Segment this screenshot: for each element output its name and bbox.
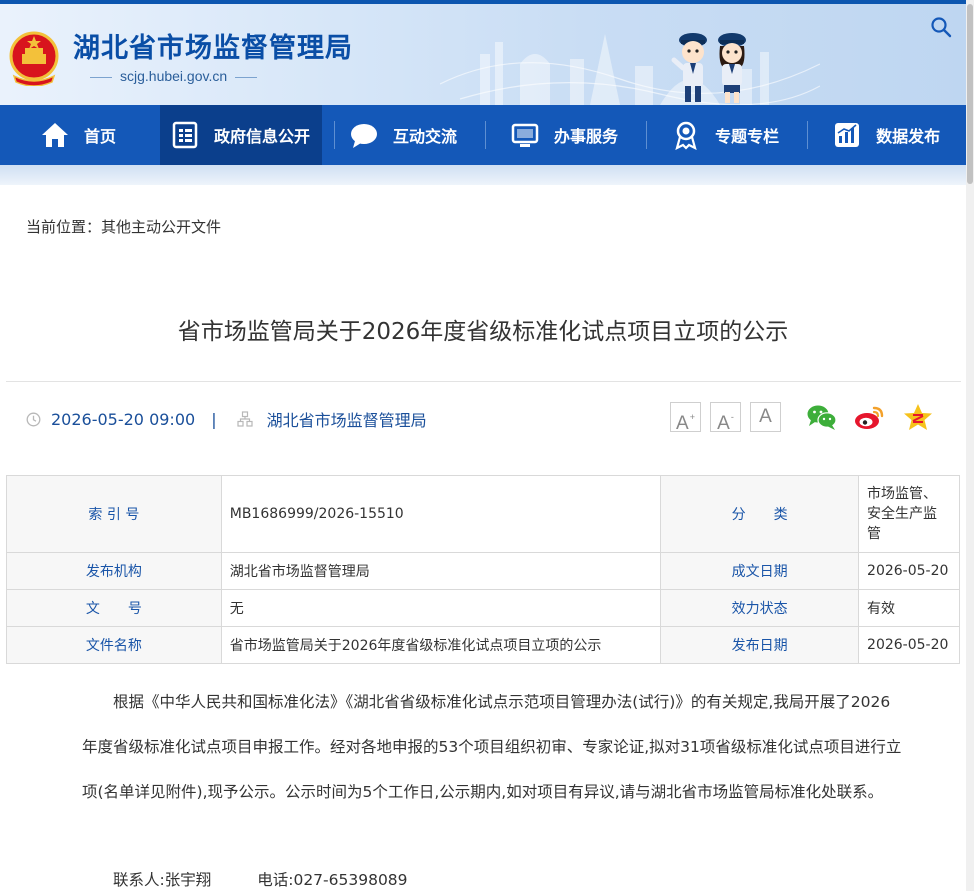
monitor-icon [511,123,539,147]
search-icon[interactable] [930,16,952,38]
nav-separator [807,121,809,149]
clock-icon [26,412,41,426]
main-nav: 首页 政府信息公开 互动交流 办事服务 专题专栏 数据发布 [0,105,974,165]
site-domain: scjg.hubei.gov.cn [89,68,258,84]
font-larger-button[interactable]: A+ [670,402,701,434]
publish-datetime: 2026-05-20 09:00 [51,409,196,429]
breadcrumb-prefix: 当前位置： [26,218,102,236]
article-title: 省市场监管局关于2026年度省级标准化试点项目立项的公示 [177,319,789,345]
nav-separator [334,121,336,149]
font-default-label: A [759,406,772,427]
publish-date-label: 发布日期 [660,626,860,664]
nav-label: 首页 [84,127,117,146]
nav-item-gov-info[interactable]: 政府信息公开 [160,105,323,165]
nav-separator [646,121,648,149]
document-list-icon [172,121,198,149]
nav-label: 办事服务 [554,127,619,146]
index-number-value: MB1686999/2026-15510 [220,475,662,553]
font-smaller-button[interactable]: A- [710,402,741,434]
nav-label: 互动交流 [393,127,458,146]
index-number-label: 索 引 号 [6,475,222,553]
wechat-icon[interactable] [806,402,838,432]
nav-item-services[interactable]: 办事服务 [510,105,618,165]
nav-label: 政府信息公开 [214,127,311,146]
organization-icon [236,411,253,427]
table-row: 文 号 无 效力状态 有效 [6,589,960,627]
header-shadow-band [0,165,974,185]
contact-line: 联系人:张宇翔 电话:027-65398089 [113,868,408,890]
publish-date-value: 2026-05-20 [858,626,960,664]
font-smaller-sup: - [730,412,734,422]
nav-label: 数据发布 [876,127,941,146]
favorite-star-icon[interactable] [902,402,934,432]
chat-bubble-icon [351,124,378,148]
nav-item-data[interactable]: 数据发布 [832,105,940,165]
validity-label: 效力状态 [660,589,860,627]
vertical-scrollbar[interactable] [966,0,974,891]
article-body: 根据《中华人民共和国标准化法》《湖北省省级标准化试点示范项目管理办法(试行)》的… [82,680,902,815]
meta-separator: | [211,409,217,429]
award-icon [675,121,697,150]
font-default-button[interactable]: A [750,402,781,432]
nav-item-interaction[interactable]: 互动交流 [349,105,457,165]
site-header: 湖北省市场监督管理局 scjg.hubei.gov.cn [0,4,974,105]
validity-value: 有效 [858,589,960,627]
publisher-org: 湖北省市场监督管理局 [266,411,427,430]
nav-item-home[interactable]: 首页 [40,105,116,165]
bar-chart-icon [835,123,860,147]
mascot-illustration [671,33,746,103]
font-larger-label: A [676,413,689,434]
contact-phone: 电话:027-65398089 [257,871,408,889]
document-name-label: 文件名称 [6,626,222,664]
breadcrumb-current[interactable]: 其他主动公开文件 [101,218,221,236]
title-divider [6,381,961,382]
table-row: 索 引 号 MB1686999/2026-15510 分 类 市场监管、安全生产… [6,475,960,553]
nav-separator [485,121,487,149]
document-number-label: 文 号 [6,589,222,627]
written-date-label: 成文日期 [660,552,860,590]
home-icon [42,123,68,147]
contact-name: 联系人:张宇翔 [113,871,212,889]
written-date-value: 2026-05-20 [858,552,960,590]
table-row: 文件名称 省市场监管局关于2026年度省级标准化试点项目立项的公示 发布日期 2… [6,626,960,664]
city-skyline-decoration [440,34,820,105]
weibo-icon[interactable] [853,402,885,432]
article-meta: 2026-05-20 09:00 | 湖北省市场监督管理局 [26,408,427,430]
body-paragraph: 根据《中华人民共和国标准化法》《湖北省省级标准化试点示范项目管理办法(试行)》的… [82,693,902,801]
nav-label: 专题专栏 [715,127,780,146]
issuer-label: 发布机构 [6,552,222,590]
category-label: 分 类 [660,475,860,553]
document-number-value: 无 [220,589,662,627]
nav-item-topics[interactable]: 专题专栏 [671,105,779,165]
issuer-value: 湖北省市场监督管理局 [220,552,662,590]
table-row: 发布机构 湖北省市场监督管理局 成文日期 2026-05-20 [6,552,960,590]
font-smaller-label: A [717,413,730,434]
font-larger-sup: + [689,412,695,422]
site-title[interactable]: 湖北省市场监督管理局 [73,26,353,65]
scrollbar-thumb[interactable] [967,4,973,184]
category-value: 市场监管、安全生产监管 [858,475,960,553]
document-info-table: 索 引 号 MB1686999/2026-15510 分 类 市场监管、安全生产… [6,475,960,664]
national-emblem-icon [9,31,59,86]
breadcrumb: 当前位置：其他主动公开文件 [26,216,221,237]
document-name-value: 省市场监管局关于2026年度省级标准化试点项目立项的公示 [220,626,662,664]
